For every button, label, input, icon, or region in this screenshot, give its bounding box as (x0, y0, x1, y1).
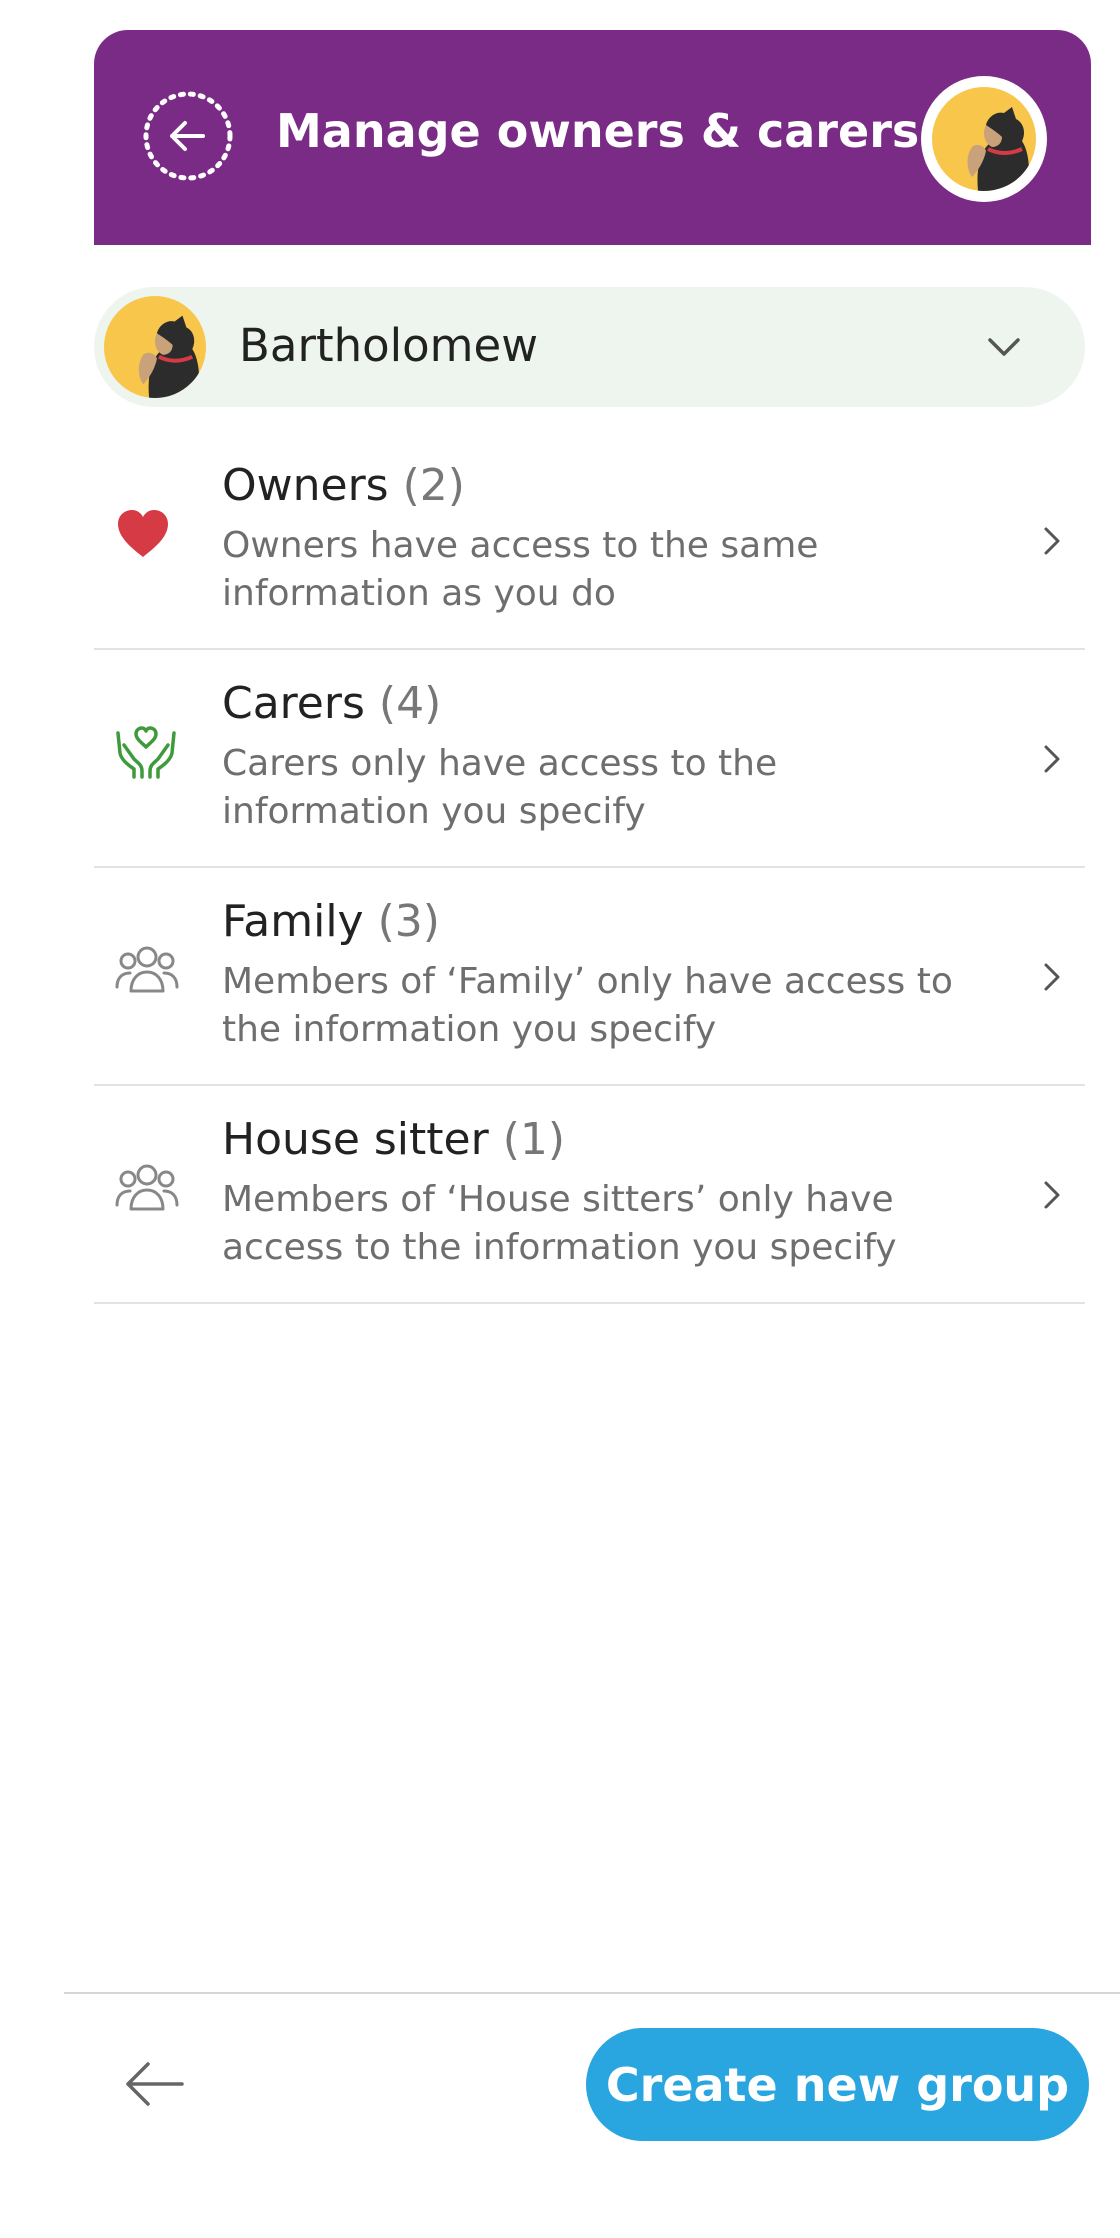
chevron-right-icon (1044, 963, 1060, 991)
arrow-left-icon (126, 2062, 184, 2106)
group-title: House sitter (1) (222, 1114, 566, 1165)
pet-name: Bartholomew (239, 319, 539, 372)
people-group-icon (115, 946, 179, 993)
group-item-family[interactable]: Family (3) Members of ‘Family’ only have… (94, 868, 1085, 1086)
group-title: Carers (4) (222, 678, 442, 729)
create-new-group-button[interactable]: Create new group (586, 2028, 1089, 2141)
chevron-right-icon (1044, 745, 1060, 773)
group-description: Carers only have access to the informati… (222, 743, 778, 832)
footer-divider (64, 1992, 1120, 1994)
group-count: (4) (378, 678, 442, 729)
dog-avatar-icon (932, 87, 1036, 191)
group-description: Members of ‘House sitters’ only have acc… (222, 1179, 897, 1268)
group-count: (1) (502, 1114, 566, 1165)
arrow-left-icon (143, 91, 233, 181)
group-count: (3) (377, 896, 440, 947)
group-title: Owners (2) (222, 460, 465, 511)
footer-back-button[interactable] (122, 2058, 186, 2114)
chevron-right-icon (1044, 527, 1060, 555)
caring-hands-heart-icon (116, 726, 176, 779)
group-list: Owners (2) Owners have access to the sam… (94, 432, 1085, 1304)
group-description: Members of ‘Family’ only have access to … (222, 961, 953, 1050)
chevron-down-icon (988, 338, 1020, 356)
app-header: Manage owners & carers (94, 30, 1091, 245)
group-title: Family (3) (222, 896, 440, 947)
header-pet-avatar[interactable] (921, 76, 1047, 202)
heart-icon (118, 510, 168, 557)
group-item-house-sitter[interactable]: House sitter (1) Members of ‘House sitte… (94, 1086, 1085, 1304)
people-group-icon (115, 1164, 179, 1211)
dog-avatar-icon (104, 296, 206, 398)
pet-selector-dropdown[interactable]: Bartholomew (94, 287, 1085, 407)
page-title: Manage owners & carers (276, 104, 920, 158)
group-item-carers[interactable]: Carers (4) Carers only have access to th… (94, 650, 1085, 868)
chevron-right-icon (1044, 1181, 1060, 1209)
group-description: Owners have access to the same informati… (222, 525, 819, 614)
header-back-button[interactable] (143, 91, 233, 181)
group-item-owners[interactable]: Owners (2) Owners have access to the sam… (94, 432, 1085, 650)
group-count: (2) (402, 460, 465, 511)
